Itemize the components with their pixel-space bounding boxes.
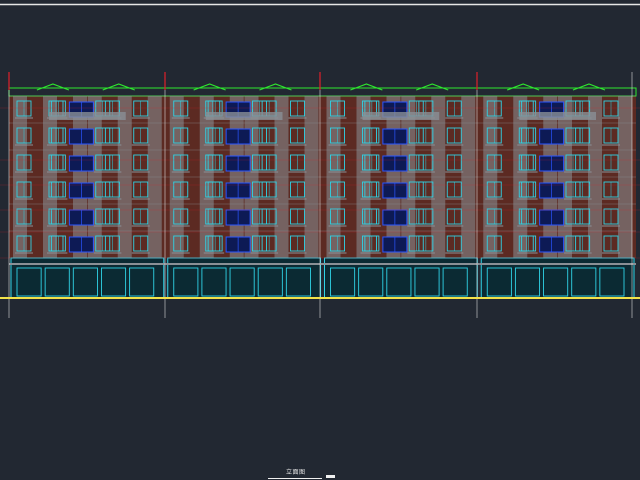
top-balcony-band xyxy=(205,112,283,120)
roof-gable xyxy=(416,83,449,91)
drawing-canvas: 立面图 xyxy=(0,0,640,480)
roof-gable xyxy=(193,83,226,91)
roof-parapet xyxy=(8,87,637,97)
drawing-title-block: 立面图 xyxy=(268,469,340,480)
roof-gable xyxy=(572,83,606,91)
roof-gable xyxy=(36,83,70,91)
top-balcony-band xyxy=(362,112,440,120)
roof-gable xyxy=(506,83,540,91)
roof-gable xyxy=(259,83,292,91)
roof-gable xyxy=(350,83,383,91)
title-underline-bar xyxy=(326,475,335,478)
building-elevation xyxy=(0,3,640,318)
title-underline xyxy=(268,478,322,479)
top-balcony-band xyxy=(519,112,596,120)
drawing-title: 立面图 xyxy=(286,469,306,476)
top-balcony-band xyxy=(49,112,126,120)
roof-gable xyxy=(102,83,135,91)
